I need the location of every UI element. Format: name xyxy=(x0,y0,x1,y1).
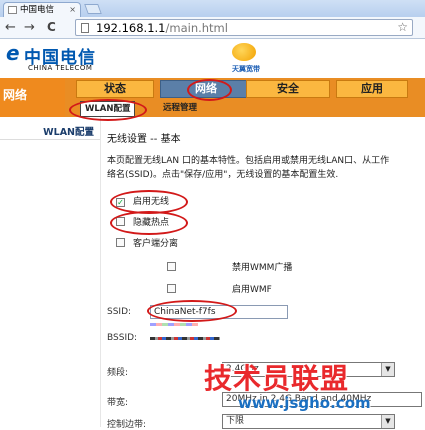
watermark-title: 技术员联盟 xyxy=(204,362,350,395)
telecom-logo-icon: e xyxy=(6,41,20,65)
page-favicon-icon xyxy=(8,6,17,14)
new-tab-button[interactable] xyxy=(84,4,102,14)
annotation-circle-hide-hotspot xyxy=(110,211,188,235)
tab-status[interactable]: 状态 xyxy=(76,80,154,98)
annotation-circle-network-tab xyxy=(187,79,232,101)
chevron-down-icon: ▼ xyxy=(381,363,394,376)
tab-close-icon[interactable]: × xyxy=(69,3,76,17)
sideband-label: 控制边带: xyxy=(107,420,147,430)
tab-title: 中国电信 xyxy=(20,5,55,15)
ssid-strength-bar xyxy=(150,323,198,326)
url-host: 192.168.1.1 xyxy=(96,21,166,35)
disable-wmm-label: 禁用WMM广播 xyxy=(232,263,293,273)
disable-wmm-row: 禁用WMM广播 xyxy=(167,262,292,276)
bssid-value-bar xyxy=(150,337,220,340)
band-label: 频段: xyxy=(107,368,129,378)
bssid-label: BSSID: xyxy=(107,333,138,343)
description-line-1: 本页配置无线LAN 口的基本特性。包括启用或禁用无线LAN口、从工作 xyxy=(107,156,390,166)
subtab-remote-management[interactable]: 远程管理 xyxy=(163,101,197,115)
browser-tab[interactable]: 中国电信 × xyxy=(3,2,81,17)
tianyi-logo-icon xyxy=(232,43,256,61)
reload-icon[interactable]: C xyxy=(47,20,56,35)
annotation-circle-ssid xyxy=(147,300,237,322)
router-header: e 中国电信 CHINA TELECOM 天翼宽带 xyxy=(0,40,425,78)
tab-security[interactable]: 安全 xyxy=(246,80,330,98)
sideband-value: 下限 xyxy=(226,416,245,426)
disable-wmm-checkbox[interactable] xyxy=(167,262,176,271)
tab-applications[interactable]: 应用 xyxy=(336,80,408,98)
enable-wmf-checkbox[interactable] xyxy=(167,284,176,293)
brand-english: CHINA TELECOM xyxy=(28,64,93,72)
client-isolation-row: 客户端分离 xyxy=(116,238,178,252)
browser-tab-strip: 中国电信 × xyxy=(0,0,425,17)
client-isolation-checkbox[interactable] xyxy=(116,238,125,247)
page-icon xyxy=(81,23,89,33)
page-title: 无线设置 -- 基本 xyxy=(107,134,181,145)
nav-section-title: 网络 xyxy=(0,78,65,117)
annotation-circle-wlan-subtab xyxy=(69,99,147,121)
bandwidth-label: 带宽: xyxy=(107,398,129,408)
url-path: /main.html xyxy=(165,21,228,35)
bookmark-star-icon[interactable]: ☆ xyxy=(397,20,408,34)
description-line-2: 络名(SSID)。点击"保存/应用"，无线设置的基本配置生效. xyxy=(107,170,339,180)
watermark-url: www.jsgho.com xyxy=(238,394,371,412)
sidebar: WLAN配置 xyxy=(0,117,101,427)
chevron-down-icon: ▼ xyxy=(381,415,394,428)
page-description: 本页配置无线LAN 口的基本特性。包括启用或禁用无线LAN口、从工作 络名(SS… xyxy=(107,154,425,182)
browser-toolbar: ← → C 192.168.1.1/main.html ☆ xyxy=(0,17,425,39)
back-arrow-icon[interactable]: ← xyxy=(5,20,16,35)
address-url[interactable]: 192.168.1.1/main.html xyxy=(96,21,228,35)
ssid-label: SSID: xyxy=(107,307,132,317)
sidebar-item-wlan-config[interactable]: WLAN配置 xyxy=(0,124,100,140)
client-isolation-label: 客户端分离 xyxy=(133,239,179,249)
enable-wmf-label: 启用WMF xyxy=(232,285,272,295)
tianyi-text: 天翼宽带 xyxy=(232,65,260,73)
enable-wmf-row: 启用WMF xyxy=(167,284,272,298)
address-bar[interactable]: 192.168.1.1/main.html ☆ xyxy=(75,19,413,36)
forward-arrow-icon[interactable]: → xyxy=(24,20,35,35)
